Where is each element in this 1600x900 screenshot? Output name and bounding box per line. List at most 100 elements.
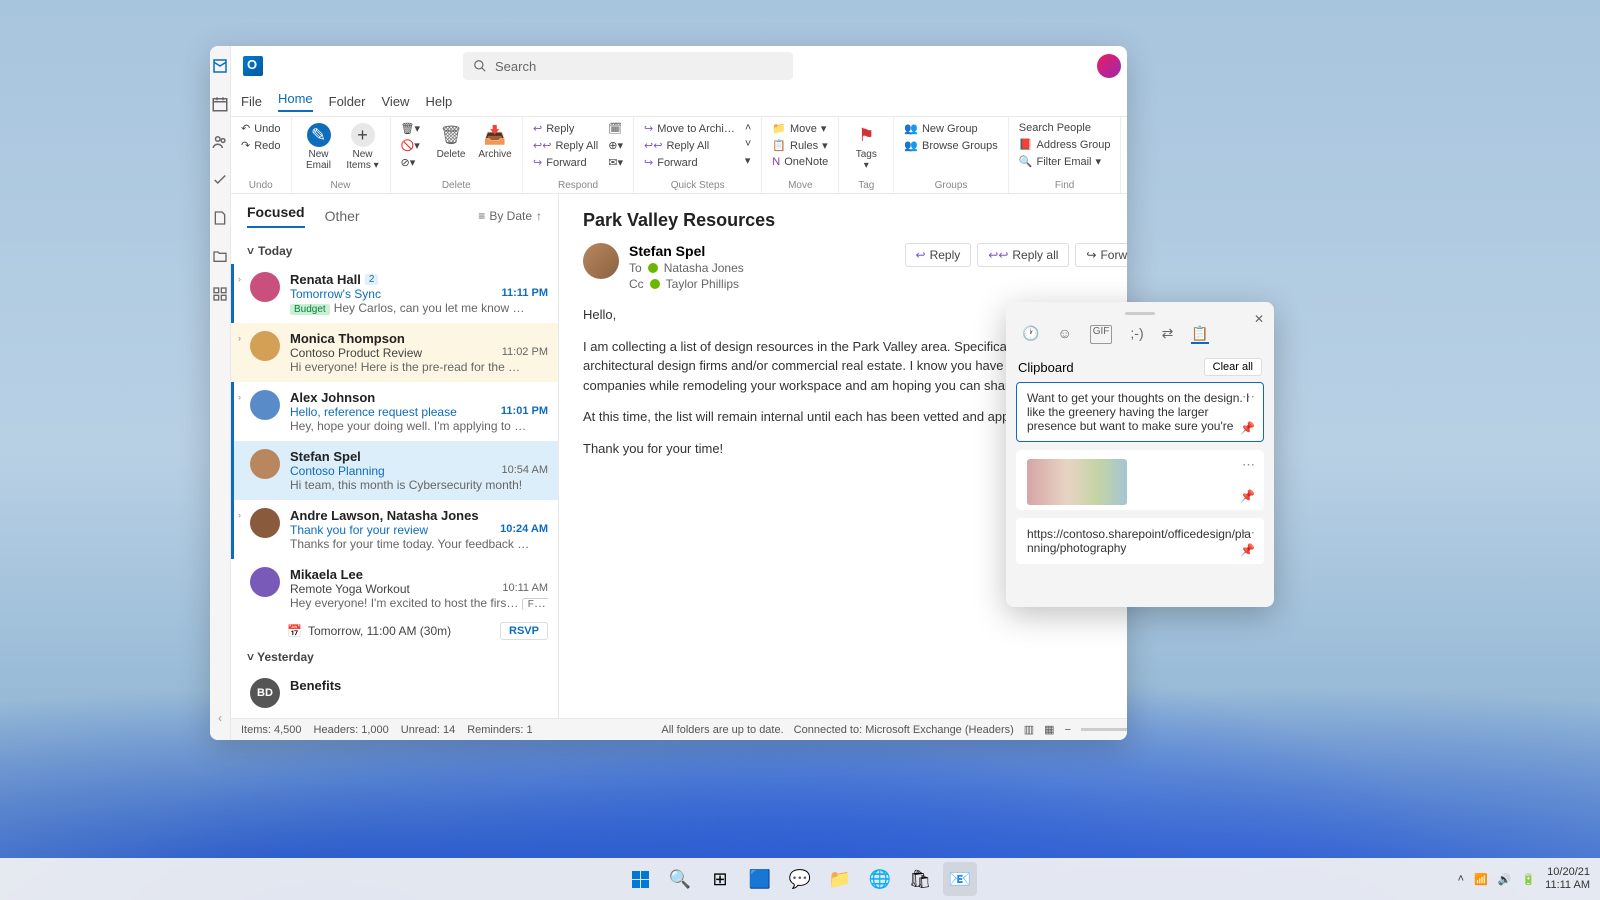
forward-button[interactable]: ↪ Forward <box>531 155 600 170</box>
tab-symbols-icon[interactable]: ⇄ <box>1162 325 1174 344</box>
section-yesterday[interactable]: ˅ Yesterday <box>231 644 558 670</box>
collapse-nav-icon[interactable]: ‹ <box>210 708 230 728</box>
clean-icon[interactable]: 🗑▾ <box>399 121 423 136</box>
forward-action[interactable]: ↪ Forward <box>1075 243 1127 267</box>
search-people-input[interactable]: Search People <box>1017 121 1113 135</box>
message-item[interactable]: Stefan SpelContoso Planning10:54 AMHi te… <box>231 441 558 500</box>
tasks-icon[interactable] <box>210 170 230 190</box>
volume-icon[interactable]: 🔊 <box>1498 873 1512 886</box>
wifi-icon[interactable]: 📶 <box>1474 873 1488 886</box>
menu-home[interactable]: Home <box>278 91 313 112</box>
search-input[interactable]: Search <box>463 52 793 80</box>
meeting-icon[interactable]: 🗓 <box>606 121 625 136</box>
tab-kaomoji[interactable]: ;-) <box>1130 325 1143 344</box>
pin-icon[interactable]: 📌 <box>1240 421 1255 435</box>
recipient-cc: Taylor Phillips <box>666 277 739 291</box>
qs-more-icon[interactable]: ▾ <box>743 153 753 168</box>
share-icon[interactable]: ⊕▾ <box>606 138 625 153</box>
new-items-button[interactable]: +NewItems ▾ <box>344 121 382 173</box>
archive-button[interactable]: 📥Archive <box>476 121 514 162</box>
message-item[interactable]: Mikaela LeeRemote Yoga Workout10:11 AMHe… <box>231 559 558 618</box>
qs-up-icon[interactable]: ˄ <box>743 121 753 135</box>
qs-down-icon[interactable]: ˅ <box>743 137 753 151</box>
pin-icon[interactable]: 📌 <box>1240 543 1255 557</box>
sort-by-date[interactable]: ≡ By Date ↑ <box>478 209 542 223</box>
user-avatar[interactable] <box>1097 54 1121 78</box>
widgets-button[interactable]: 🟦 <box>743 862 777 896</box>
system-clock[interactable]: 10/20/21 11:11 AM <box>1545 866 1590 892</box>
apps-icon[interactable] <box>210 284 230 304</box>
tags-button[interactable]: ⚑Tags▾ <box>847 121 885 173</box>
message-item[interactable]: ›Alex JohnsonHello, reference request pl… <box>231 382 558 441</box>
people-icon[interactable] <box>210 132 230 152</box>
store-button[interactable]: 🛍 <box>903 862 937 896</box>
ignore-icon[interactable]: ⊘▾ <box>399 155 423 170</box>
ribbon: ↶ Undo ↷ Redo Undo ✎NewEmail +NewItems ▾… <box>231 116 1127 194</box>
reply-button[interactable]: ↩ Reply <box>531 121 600 136</box>
reply-all-button[interactable]: ↩↩ Reply All <box>531 138 600 153</box>
onenote-button[interactable]: N OneNote <box>770 155 830 169</box>
message-item[interactable]: ›Andre Lawson, Natasha JonesThank you fo… <box>231 500 558 559</box>
calendar-icon[interactable] <box>210 94 230 114</box>
start-button[interactable] <box>623 862 657 896</box>
qs-move-archive[interactable]: ↪ Move to Archi… <box>642 121 737 136</box>
mail-icon[interactable] <box>210 56 230 76</box>
edge-button[interactable]: 🌐 <box>863 862 897 896</box>
menu-file[interactable]: File <box>241 94 262 109</box>
outlook-taskbar-button[interactable]: 📧 <box>943 862 977 896</box>
task-view-button[interactable]: ⊞ <box>703 862 737 896</box>
notes-icon[interactable] <box>210 208 230 228</box>
tab-focused[interactable]: Focused <box>247 204 305 228</box>
view-normal-icon[interactable]: ▥ <box>1024 723 1034 736</box>
delete-button[interactable]: 🗑Delete <box>432 121 470 162</box>
item-more-icon[interactable]: ⋯ <box>1242 457 1255 473</box>
email-subject: Park Valley Resources <box>583 210 1127 231</box>
tab-emoji-icon[interactable]: ☺ <box>1057 325 1071 344</box>
redo-button[interactable]: ↷ Redo <box>239 138 283 153</box>
close-icon[interactable]: ✕ <box>1254 312 1264 326</box>
menu-view[interactable]: View <box>382 94 410 109</box>
section-today[interactable]: ˅ Today <box>231 238 558 264</box>
message-item[interactable]: BDBenefits <box>231 670 558 716</box>
item-more-icon[interactable]: ⋯ <box>1242 389 1255 405</box>
qs-forward[interactable]: ↪ Forward <box>642 155 737 170</box>
chat-button[interactable]: 💬 <box>783 862 817 896</box>
files-icon[interactable] <box>210 246 230 266</box>
new-group-button[interactable]: 👥 New Group <box>902 121 1000 136</box>
clipboard-item[interactable]: ⋯ 📌 <box>1016 450 1264 510</box>
menu-folder[interactable]: Folder <box>329 94 366 109</box>
clipboard-item[interactable]: https://contoso.sharepoint/officedesign/… <box>1016 518 1264 564</box>
qs-reply-all[interactable]: ↩↩ Reply All <box>642 138 737 153</box>
rsvp-button[interactable]: RSVP <box>500 622 548 640</box>
tab-recent-icon[interactable]: 🕐 <box>1022 325 1039 344</box>
search-placeholder: Search <box>495 59 536 74</box>
browse-groups-button[interactable]: 👥 Browse Groups <box>902 138 1000 153</box>
move-button[interactable]: 📁 Move ▾ <box>770 121 830 136</box>
message-item[interactable]: ›Renata Hall 2Tomorrow's Sync11:11 PMBud… <box>231 264 558 323</box>
tab-clipboard-icon[interactable]: 📋 <box>1191 325 1208 344</box>
explorer-button[interactable]: 📁 <box>823 862 857 896</box>
message-item[interactable]: ›Monica ThompsonContoso Product Review11… <box>231 323 558 382</box>
clear-all-button[interactable]: Clear all <box>1204 358 1262 376</box>
menu-help[interactable]: Help <box>425 94 452 109</box>
reply-all-action[interactable]: ↩↩ Reply all <box>977 243 1069 267</box>
address-group-button[interactable]: 📕 Address Group <box>1017 137 1113 152</box>
battery-icon[interactable]: 🔋 <box>1521 873 1535 886</box>
pin-icon[interactable]: 📌 <box>1240 489 1255 503</box>
tray-chevron-icon[interactable]: ˄ <box>1458 873 1464 885</box>
tab-gif-icon[interactable]: GIF <box>1090 325 1113 344</box>
clipboard-item[interactable]: Want to get your thoughts on the design.… <box>1016 382 1264 442</box>
junk-icon[interactable]: 🚫▾ <box>399 138 423 153</box>
new-email-button[interactable]: ✎NewEmail <box>300 121 338 173</box>
undo-button[interactable]: ↶ Undo <box>239 121 283 136</box>
zoom-slider[interactable] <box>1081 728 1127 731</box>
filter-email-button[interactable]: 🔍 Filter Email ▾ <box>1017 154 1113 169</box>
reply-action[interactable]: ↩ Reply <box>905 243 972 267</box>
more-respond-icon[interactable]: ✉▾ <box>606 155 625 170</box>
search-button[interactable]: 🔍 <box>663 862 697 896</box>
tab-other[interactable]: Other <box>325 208 360 224</box>
item-more-icon[interactable]: ⋯ <box>1242 525 1255 541</box>
rules-button[interactable]: 📋 Rules ▾ <box>770 138 830 153</box>
view-reading-icon[interactable]: ▦ <box>1044 723 1054 736</box>
drag-handle[interactable] <box>1125 312 1155 315</box>
